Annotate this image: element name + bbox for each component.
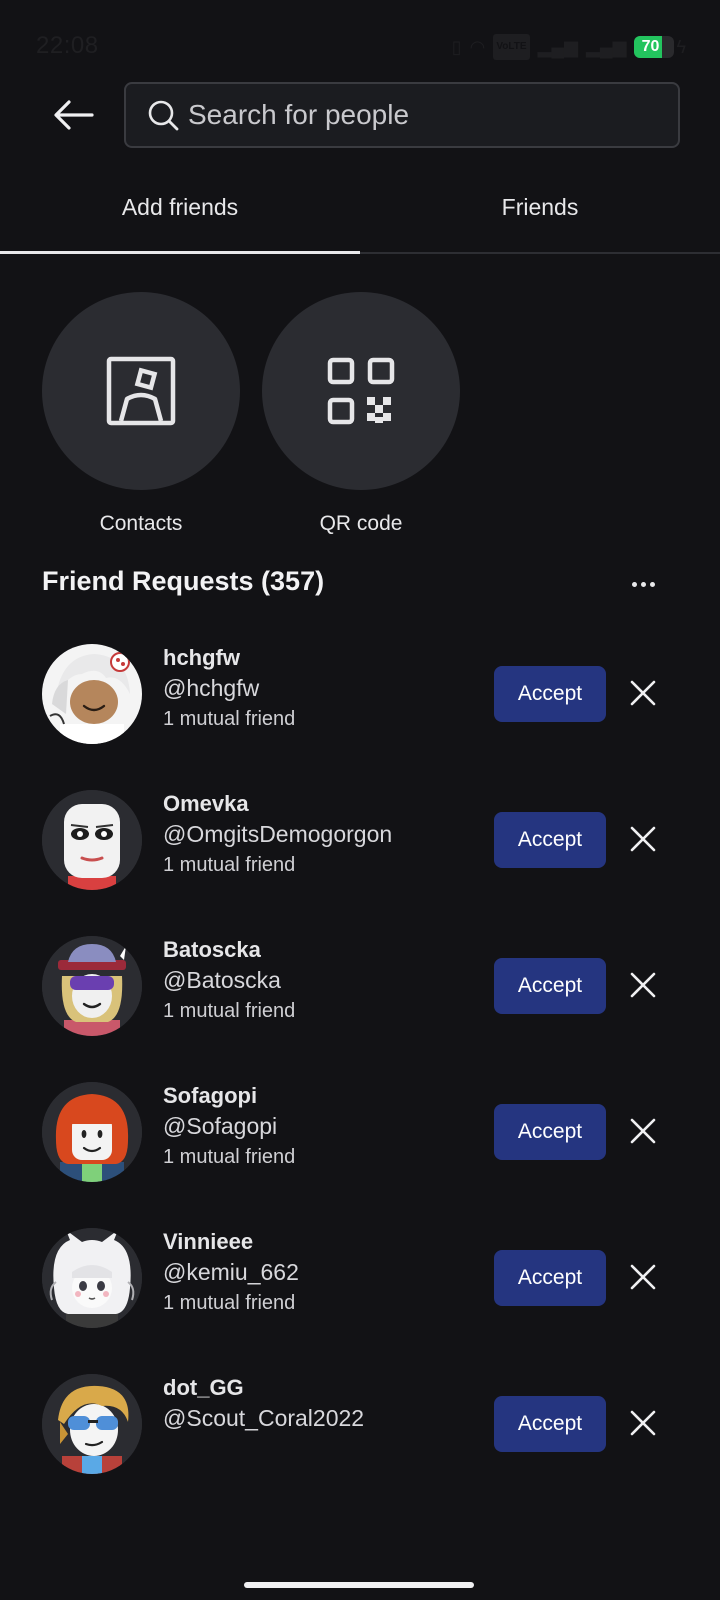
volte-icon: VoLTE: [493, 34, 530, 60]
accept-button[interactable]: Accept: [494, 958, 606, 1014]
accept-button[interactable]: Accept: [494, 1250, 606, 1306]
decline-icon[interactable]: [626, 676, 660, 710]
qr-code-icon: [327, 357, 395, 425]
username: @kemiu_662: [163, 1259, 299, 1285]
display-name[interactable]: hchgfw: [163, 644, 295, 672]
mutual-friends: 1 mutual friend: [163, 854, 296, 876]
friend-request-list: hchgfw @hchgfw 1 mutual friend Accept Om…: [0, 644, 720, 1520]
back-button[interactable]: [52, 98, 96, 132]
contacts-icon: [106, 356, 176, 426]
avatar-image-1: [42, 790, 142, 890]
decline-icon[interactable]: [626, 1406, 660, 1440]
avatar-image-5: [42, 1374, 142, 1474]
avatar[interactable]: [42, 644, 142, 744]
display-name[interactable]: Sofagopi: [163, 1082, 295, 1110]
qr-code-button[interactable]: QR code: [262, 292, 460, 536]
avatar[interactable]: [42, 936, 142, 1036]
search-bar[interactable]: [124, 82, 680, 148]
display-name[interactable]: Vinnieee: [163, 1228, 299, 1256]
decline-icon[interactable]: [626, 968, 660, 1002]
friend-request-row: hchgfw @hchgfw 1 mutual friend Accept: [0, 644, 720, 790]
request-info: Omevka @OmgitsDemogorgon 1 mutual friend: [163, 790, 392, 880]
gesture-nav-handle[interactable]: [244, 1582, 474, 1588]
mutual-friends: 1 mutual friend: [163, 1292, 296, 1314]
username: @Sofagopi: [163, 1113, 278, 1139]
avatar-image-2: [42, 936, 142, 1036]
accept-button[interactable]: Accept: [494, 812, 606, 868]
signal-icon-2: ▂▄▆: [586, 37, 627, 57]
quick-actions: Contacts QR code: [42, 292, 460, 536]
friend-request-row: dot_GG @Scout_Coral2022 Accept: [0, 1374, 720, 1520]
more-dot-icon: [649, 581, 655, 587]
vibrate-icon: ▯: [451, 37, 462, 57]
friend-request-row: Omevka @OmgitsDemogorgon 1 mutual friend…: [0, 790, 720, 936]
avatar-image-3: [42, 1082, 142, 1182]
avatar-image-0: [42, 644, 142, 744]
status-bar: 22:08 ▯ ◠ VoLTE ▂▄▆ ▂▄▆ 70 ϟ: [0, 28, 720, 64]
battery-icon: 70 ϟ: [634, 36, 686, 58]
display-name[interactable]: Omevka: [163, 790, 392, 818]
username: @OmgitsDemogorgon: [163, 821, 393, 847]
mutual-friends: 1 mutual friend: [163, 708, 296, 730]
qr-code-circle: [262, 292, 460, 490]
more-options-button[interactable]: [626, 572, 660, 596]
search-input[interactable]: [188, 99, 648, 131]
qr-code-label: QR code: [319, 512, 403, 535]
avatar-image-4: [42, 1228, 142, 1328]
status-time: 22:08: [36, 32, 99, 59]
more-dot-icon: [631, 581, 637, 587]
battery-level: 70: [641, 38, 660, 55]
signal-icon: ▂▄▆: [537, 37, 579, 57]
friend-requests-title: Friend Requests (357): [42, 566, 325, 596]
avatar[interactable]: [42, 1228, 142, 1328]
tab-bar: Add friends Friends: [0, 172, 720, 254]
add-friends-screen: 22:08 ▯ ◠ VoLTE ▂▄▆ ▂▄▆ 70 ϟ Search for …: [0, 0, 720, 1600]
search-icon: [148, 100, 179, 131]
request-info: dot_GG @Scout_Coral2022: [163, 1374, 364, 1434]
mutual-friends: 1 mutual friend: [163, 1000, 296, 1022]
accept-button[interactable]: Accept: [494, 1396, 606, 1452]
tab-add-friends[interactable]: Add friends: [0, 172, 360, 254]
avatar[interactable]: [42, 1082, 142, 1182]
request-info: Sofagopi @Sofagopi 1 mutual friend: [163, 1082, 295, 1172]
mutual-friends: 1 mutual friend: [163, 1146, 296, 1168]
friend-request-row: Vinnieee @kemiu_662 1 mutual friend Acce…: [0, 1228, 720, 1374]
friend-request-row: Sofagopi @Sofagopi 1 mutual friend Accep…: [0, 1082, 720, 1228]
accept-button[interactable]: Accept: [494, 1104, 606, 1160]
charging-icon: ϟ: [676, 36, 686, 57]
decline-icon[interactable]: [626, 1260, 660, 1294]
decline-icon[interactable]: [626, 822, 660, 856]
tab-friends[interactable]: Friends: [360, 172, 720, 252]
avatar[interactable]: [42, 790, 142, 890]
request-info: Batoscka @Batoscka 1 mutual friend: [163, 936, 295, 1026]
display-name[interactable]: Batoscka: [163, 936, 295, 964]
more-dot-icon: [640, 581, 646, 587]
request-info: hchgfw @hchgfw 1 mutual friend: [163, 644, 295, 734]
wifi-icon: ◠: [469, 37, 486, 57]
friend-request-row: Batoscka @Batoscka 1 mutual friend Accep…: [0, 936, 720, 1082]
status-icons: ▯ ◠ VoLTE ▂▄▆ ▂▄▆ 70 ϟ: [452, 34, 686, 60]
contacts-button[interactable]: Contacts: [42, 292, 240, 536]
accept-button[interactable]: Accept: [494, 666, 606, 722]
contacts-label: Contacts: [99, 512, 183, 535]
username: @Batoscka: [163, 967, 281, 993]
avatar[interactable]: [42, 1374, 142, 1474]
request-info: Vinnieee @kemiu_662 1 mutual friend: [163, 1228, 299, 1318]
contacts-circle: [42, 292, 240, 490]
username: @hchgfw: [163, 675, 260, 701]
display-name[interactable]: dot_GG: [163, 1374, 364, 1402]
username: @Scout_Coral2022: [163, 1405, 365, 1431]
decline-icon[interactable]: [626, 1114, 660, 1148]
back-arrow-icon: [54, 100, 94, 130]
